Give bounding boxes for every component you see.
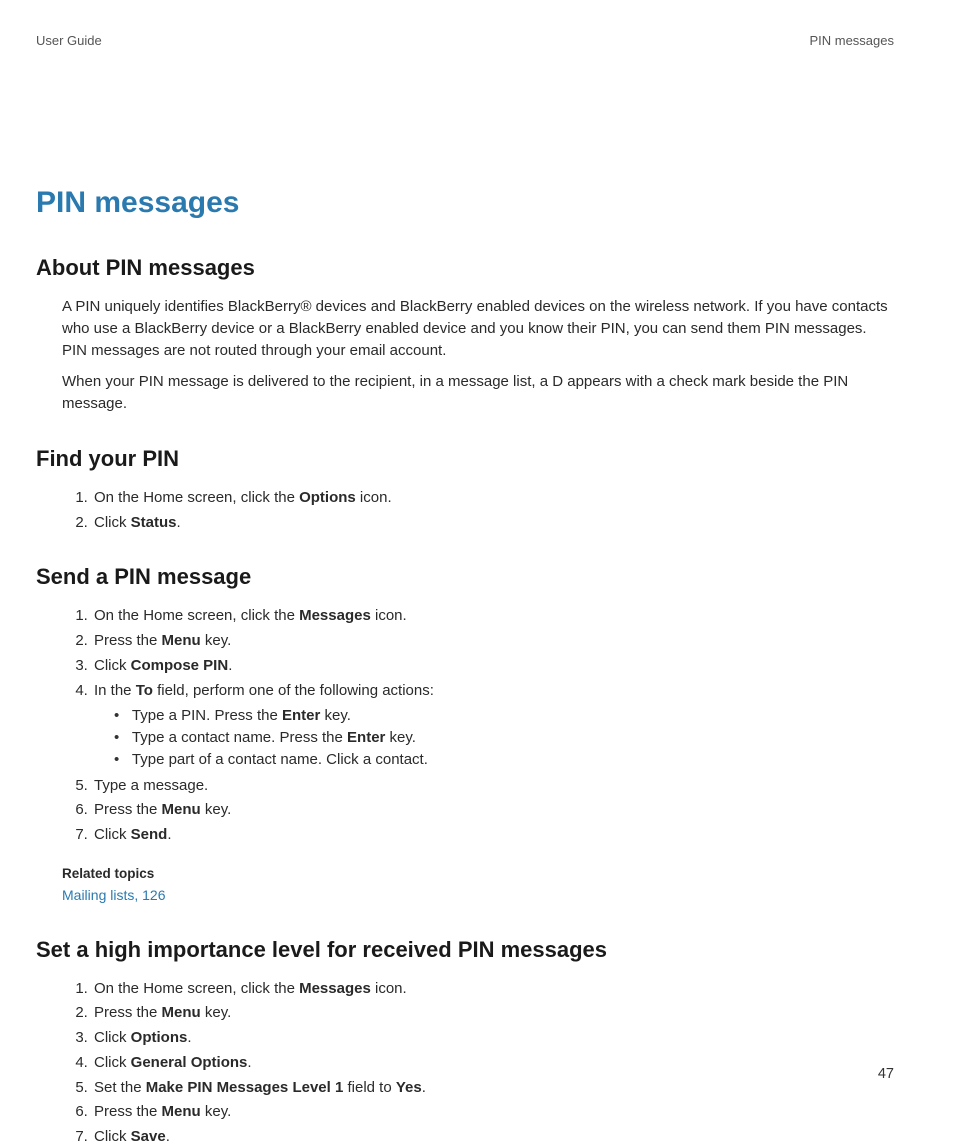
step-text: On the Home screen, click the bbox=[94, 489, 299, 506]
step-bold: To bbox=[136, 682, 153, 699]
step-text: key. bbox=[201, 1004, 232, 1021]
step-text: On the Home screen, click the bbox=[94, 607, 299, 624]
step-text: key. bbox=[385, 729, 416, 746]
send-pin-steps: On the Home screen, click the Messages i… bbox=[62, 605, 894, 846]
list-item: In the To field, perform one of the foll… bbox=[92, 680, 894, 771]
list-item: Press the Menu key. bbox=[92, 1101, 894, 1123]
list-item: Type a PIN. Press the Enter key. bbox=[114, 705, 894, 727]
step-bold: Enter bbox=[282, 707, 320, 724]
step-text: icon. bbox=[356, 489, 392, 506]
step-text: . bbox=[166, 1128, 170, 1145]
step-text: Click bbox=[94, 1029, 131, 1046]
step-bold: Menu bbox=[162, 801, 201, 818]
step-text: icon. bbox=[371, 980, 407, 997]
list-item: Click Status. bbox=[92, 512, 894, 534]
step-text: key. bbox=[201, 1103, 232, 1120]
step-text: . bbox=[422, 1079, 426, 1096]
step-text: . bbox=[228, 657, 232, 674]
list-item: Type a message. bbox=[92, 775, 894, 797]
step-text: Press the bbox=[94, 1103, 162, 1120]
header-left: User Guide bbox=[36, 32, 102, 51]
list-item: Press the Menu key. bbox=[92, 1002, 894, 1024]
section-heading-about: About PIN messages bbox=[36, 252, 894, 284]
list-item: Click Send. bbox=[92, 824, 894, 846]
step-text: Type a PIN. Press the bbox=[132, 707, 282, 724]
step-text: Type a message. bbox=[94, 777, 208, 794]
step-text: Click bbox=[94, 826, 131, 843]
sub-actions: Type a PIN. Press the Enter key. Type a … bbox=[94, 705, 894, 770]
step-text: . bbox=[177, 514, 181, 531]
step-bold: Menu bbox=[162, 632, 201, 649]
section-heading-send-pin: Send a PIN message bbox=[36, 561, 894, 593]
step-text: Press the bbox=[94, 632, 162, 649]
high-importance-steps: On the Home screen, click the Messages i… bbox=[62, 978, 894, 1148]
step-text: key. bbox=[201, 801, 232, 818]
step-text: Click bbox=[94, 1128, 131, 1145]
list-item: Type a contact name. Press the Enter key… bbox=[114, 727, 894, 749]
step-bold: Messages bbox=[299, 607, 371, 624]
step-bold: Options bbox=[131, 1029, 188, 1046]
step-text: Press the bbox=[94, 801, 162, 818]
page-header: User Guide PIN messages bbox=[36, 32, 894, 51]
document-page: User Guide PIN messages PIN messages Abo… bbox=[0, 0, 954, 1145]
about-paragraph-2: When your PIN message is delivered to th… bbox=[62, 371, 892, 415]
step-bold: Yes bbox=[396, 1079, 422, 1096]
section-heading-high-importance: Set a high importance level for received… bbox=[36, 934, 894, 966]
list-item: Click Options. bbox=[92, 1027, 894, 1049]
step-text: Click bbox=[94, 514, 131, 531]
step-text: Type a contact name. Press the bbox=[132, 729, 347, 746]
step-text: key. bbox=[201, 632, 232, 649]
step-text: key. bbox=[320, 707, 351, 724]
step-bold: Messages bbox=[299, 980, 371, 997]
list-item: On the Home screen, click the Options ic… bbox=[92, 487, 894, 509]
header-right: PIN messages bbox=[809, 32, 894, 51]
step-text: On the Home screen, click the bbox=[94, 980, 299, 997]
step-bold: Status bbox=[131, 514, 177, 531]
step-text: Click bbox=[94, 1054, 131, 1071]
list-item: Type part of a contact name. Click a con… bbox=[114, 749, 894, 771]
list-item: Click Compose PIN. bbox=[92, 655, 894, 677]
step-text: icon. bbox=[371, 607, 407, 624]
about-paragraph-1: A PIN uniquely identifies BlackBerry® de… bbox=[62, 296, 892, 361]
page-number: 47 bbox=[878, 1064, 894, 1085]
step-text: field to bbox=[343, 1079, 396, 1096]
step-bold: General Options bbox=[131, 1054, 248, 1071]
step-bold: Options bbox=[299, 489, 356, 506]
step-bold: Menu bbox=[162, 1004, 201, 1021]
step-text: Click bbox=[94, 657, 131, 674]
list-item: On the Home screen, click the Messages i… bbox=[92, 978, 894, 1000]
step-text: . bbox=[247, 1054, 251, 1071]
find-pin-steps: On the Home screen, click the Options ic… bbox=[62, 487, 894, 534]
step-text: Press the bbox=[94, 1004, 162, 1021]
step-bold: Send bbox=[131, 826, 168, 843]
step-bold: Compose PIN bbox=[131, 657, 229, 674]
step-text: field, perform one of the following acti… bbox=[153, 682, 434, 699]
list-item: Set the Make PIN Messages Level 1 field … bbox=[92, 1077, 894, 1099]
step-text: . bbox=[167, 826, 171, 843]
step-bold: Make PIN Messages Level 1 bbox=[146, 1079, 344, 1096]
list-item: Click General Options. bbox=[92, 1052, 894, 1074]
step-text: Set the bbox=[94, 1079, 146, 1096]
chapter-title: PIN messages bbox=[36, 181, 894, 225]
related-topics-link[interactable]: Mailing lists, 126 bbox=[62, 885, 894, 905]
list-item: Press the Menu key. bbox=[92, 799, 894, 821]
step-bold: Save bbox=[131, 1128, 166, 1145]
related-topics-label: Related topics bbox=[62, 864, 894, 884]
list-item: Press the Menu key. bbox=[92, 630, 894, 652]
step-text: In the bbox=[94, 682, 136, 699]
step-text: . bbox=[187, 1029, 191, 1046]
section-heading-find-pin: Find your PIN bbox=[36, 443, 894, 475]
step-bold: Menu bbox=[162, 1103, 201, 1120]
list-item: On the Home screen, click the Messages i… bbox=[92, 605, 894, 627]
step-bold: Enter bbox=[347, 729, 385, 746]
step-text: Type part of a contact name. Click a con… bbox=[132, 751, 428, 768]
